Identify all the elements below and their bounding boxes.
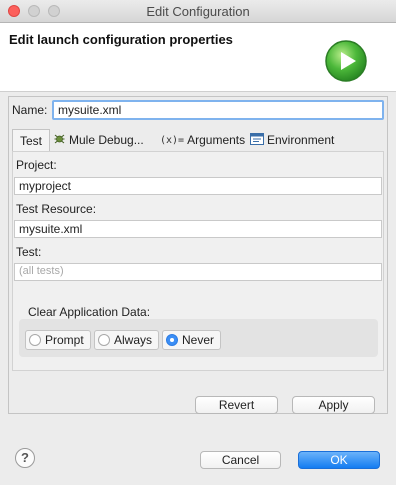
radio-always[interactable]: Always (94, 330, 160, 350)
apply-button[interactable]: Apply (292, 396, 375, 414)
help-icon[interactable]: ? (15, 448, 35, 468)
edit-configuration-dialog: Edit Configuration Edit launch configura… (0, 0, 396, 485)
tab-label: Arguments (187, 133, 246, 147)
bug-icon (53, 130, 66, 152)
project-field[interactable]: myproject (14, 177, 382, 195)
radio-label: Prompt (45, 333, 84, 347)
test-resource-field[interactable]: mysuite.xml (14, 220, 382, 238)
title-bar: Edit Configuration (0, 0, 396, 23)
radio-never[interactable]: Never (162, 330, 222, 350)
test-label: Test: (16, 245, 42, 259)
revert-button[interactable]: Revert (195, 396, 278, 414)
window-title: Edit Configuration (146, 4, 250, 19)
tab-label: Mule Debug... (69, 133, 144, 147)
clear-application-data-label: Clear Application Data: (28, 305, 151, 319)
radio-button-selected-icon (166, 334, 178, 346)
name-input[interactable]: mysuite.xml (52, 100, 384, 120)
radio-label: Always (114, 333, 153, 347)
ok-button[interactable]: OK (298, 451, 380, 469)
arguments-icon: (x)= (160, 134, 185, 146)
radio-button-icon (29, 334, 41, 346)
radio-button-icon (98, 334, 110, 346)
tab-arguments[interactable]: (x)= Arguments (160, 129, 245, 151)
tab-label: Environment (267, 133, 335, 147)
tab-mule-debug[interactable]: Mule Debug... (53, 129, 144, 151)
cancel-button[interactable]: Cancel (200, 451, 281, 469)
radio-prompt[interactable]: Prompt (25, 330, 91, 350)
tab-label: Test (20, 134, 43, 148)
tab-environment[interactable]: Environment (250, 129, 334, 151)
test-field[interactable]: (all tests) (14, 263, 382, 281)
name-label: Name: (12, 103, 48, 117)
environment-icon (250, 130, 264, 152)
dialog-header: Edit launch configuration properties (0, 23, 396, 92)
run-launch-icon (325, 40, 367, 82)
test-resource-label: Test Resource: (16, 202, 97, 216)
tab-test[interactable]: Test (12, 129, 50, 151)
header-title: Edit launch configuration properties (9, 32, 233, 47)
project-label: Project: (16, 158, 57, 172)
radio-label: Never (182, 333, 215, 347)
